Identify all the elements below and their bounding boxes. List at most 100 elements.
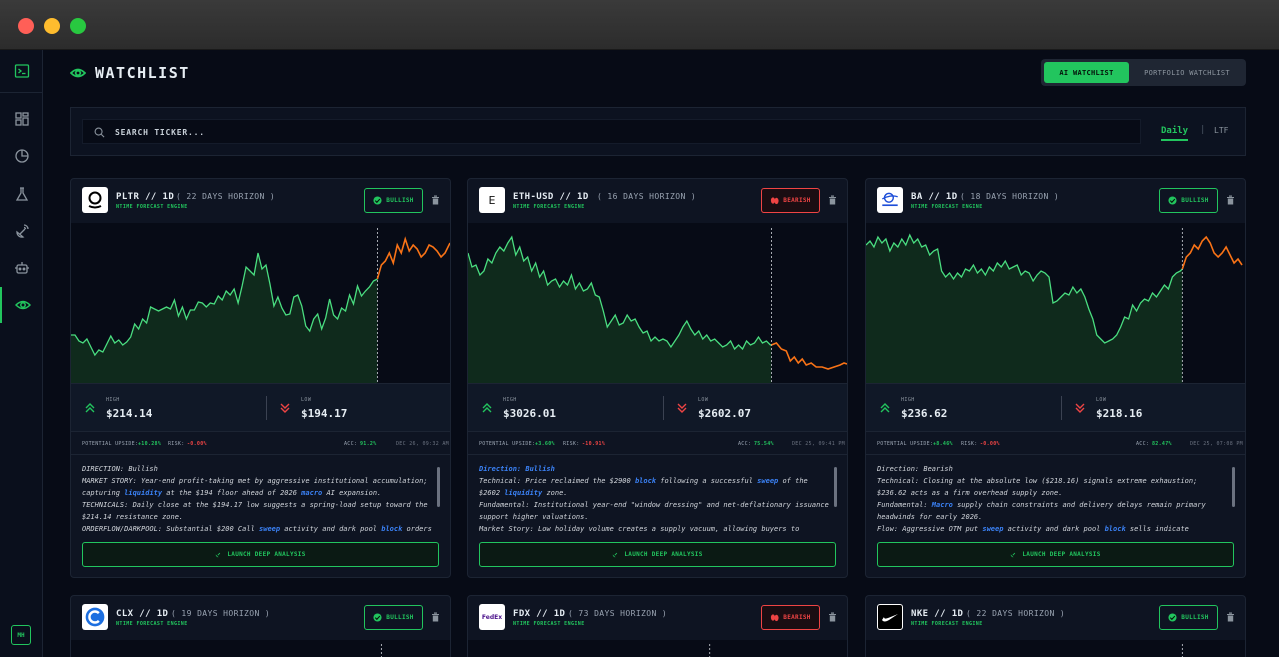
launch-label: LAUNCH DEEP ANALYSIS: [227, 551, 306, 558]
high-value: $236.62: [901, 407, 948, 420]
story-line: TECHNICALS: Daily close at the $194.17 l…: [82, 501, 428, 521]
upside-label: POTENTIAL UPSIDE:: [877, 441, 934, 447]
upside-label: POTENTIAL UPSIDE:: [82, 441, 139, 447]
satellite-icon[interactable]: [0, 213, 43, 249]
launch-label: LAUNCH DEEP ANALYSIS: [624, 551, 703, 558]
story-line: Flow: Aggressive OTM put sweep activity …: [877, 525, 1189, 533]
search-box: [82, 119, 1141, 144]
card-engine: NTIME FORECAST ENGINE: [116, 621, 188, 627]
card-horizon: ( 18 DAYS HORIZON ): [960, 192, 1060, 201]
low-arrow-icon: [677, 403, 687, 413]
eth-logo: E: [479, 187, 505, 213]
high-label: HIGH: [901, 397, 915, 403]
timeframe-ltf[interactable]: LTF: [1214, 126, 1228, 135]
trash-icon[interactable]: [828, 612, 837, 622]
sentiment-label: BULLISH: [1181, 614, 1209, 621]
trash-icon[interactable]: [431, 195, 440, 205]
launch-deep-analysis-button[interactable]: LAUNCH DEEP ANALYSIS: [877, 542, 1234, 567]
card-header: E ETH-USD // 1D ( 16 DAYS HORIZON ) NTIM…: [468, 179, 847, 223]
story-scrollbar[interactable]: [437, 467, 440, 507]
bear-icon: [771, 197, 779, 205]
story-line: MARKET STORY: Year-end profit-taking met…: [82, 477, 428, 497]
watchlist-card: FedEx FDX // 1D ( 73 DAYS HORIZON ) NTIM…: [467, 595, 848, 657]
risk-value: -10.91%: [582, 441, 606, 447]
card-ticker: FDX // 1D: [513, 609, 566, 619]
forecast-chart: [71, 640, 450, 657]
trash-icon[interactable]: [431, 612, 440, 622]
bull-icon: [1168, 196, 1177, 205]
accuracy-value: 82.47%: [1152, 441, 1172, 447]
launch-deep-analysis-button[interactable]: LAUNCH DEEP ANALYSIS: [82, 542, 439, 567]
story-line: Direction: Bullish: [479, 465, 555, 473]
maximize-window-button[interactable]: [70, 18, 86, 34]
satellite-icon: [613, 552, 618, 558]
forecast-chart: [866, 223, 1245, 383]
bull-icon: [1168, 613, 1177, 622]
story-scrollbar[interactable]: [1232, 467, 1235, 507]
launch-label: LAUNCH DEEP ANALYSIS: [1022, 551, 1101, 558]
forecast-chart: [468, 640, 847, 657]
terminal-icon[interactable]: [0, 53, 43, 89]
high-low-panel: HIGH $3026.01 LOW $2602.07: [468, 383, 847, 431]
trash-icon[interactable]: [1226, 195, 1235, 205]
robot-icon[interactable]: [0, 250, 43, 286]
user-avatar[interactable]: MH: [11, 625, 31, 645]
upside-value: +8.46%: [933, 441, 953, 447]
pltr-logo: [82, 187, 108, 213]
search-input[interactable]: [115, 123, 1115, 141]
upside-value: +3.60%: [535, 441, 555, 447]
stats-row: POTENTIAL UPSIDE: +3.60% RISK: -10.91% A…: [468, 431, 847, 455]
accuracy-label: ACC:: [738, 441, 752, 447]
trash-icon[interactable]: [828, 195, 837, 205]
sentiment-label: BULLISH: [386, 614, 414, 621]
nike-logo: [877, 604, 903, 630]
upside-value: +10.28%: [138, 441, 162, 447]
pie-chart-icon[interactable]: [0, 138, 43, 174]
sentiment-label: BEARISH: [783, 197, 811, 204]
card-header: BA // 1D ( 18 DAYS HORIZON ) NTIME FOREC…: [866, 179, 1245, 223]
watchlist-card: NKE // 1D ( 22 DAYS HORIZON ) NTIME FORE…: [865, 595, 1246, 657]
card-engine: NTIME FORECAST ENGINE: [513, 621, 585, 627]
satellite-icon: [216, 552, 221, 558]
low-label: LOW: [698, 397, 709, 403]
clx-logo: [82, 604, 108, 630]
page-title: WATCHLIST: [95, 64, 190, 82]
story-line: Fundamental: Macro supply chain constrai…: [877, 501, 1206, 521]
tab-portfolio-watchlist[interactable]: PORTFOLIO WATCHLIST: [1137, 62, 1237, 83]
timeframe-daily[interactable]: Daily: [1161, 126, 1189, 141]
launch-deep-analysis-button[interactable]: LAUNCH DEEP ANALYSIS: [479, 542, 836, 567]
trash-icon[interactable]: [1226, 612, 1235, 622]
card-ticker: BA // 1D: [911, 192, 958, 202]
card-horizon: ( 22 DAYS HORIZON ): [176, 192, 276, 201]
card-header: NKE // 1D ( 22 DAYS HORIZON ) NTIME FORE…: [866, 596, 1245, 640]
satellite-icon: [1011, 552, 1016, 558]
card-ticker: NKE // 1D: [911, 609, 964, 619]
high-label: HIGH: [106, 397, 120, 403]
card-engine: NTIME FORECAST ENGINE: [116, 204, 188, 210]
story-line: Fundamental: Institutional year-end "win…: [479, 501, 829, 521]
eye-icon[interactable]: [0, 287, 43, 323]
watchlist-card: BA // 1D ( 18 DAYS HORIZON ) NTIME FOREC…: [865, 178, 1246, 578]
bull-icon: [373, 613, 382, 622]
dashboard-icon[interactable]: [0, 101, 43, 137]
card-header: FedEx FDX // 1D ( 73 DAYS HORIZON ) NTIM…: [468, 596, 847, 640]
low-value: $194.17: [301, 407, 348, 420]
minimize-window-button[interactable]: [44, 18, 60, 34]
bear-icon: [771, 614, 779, 622]
accuracy-value: 75.54%: [754, 441, 774, 447]
risk-value: -0.00%: [187, 441, 207, 447]
close-window-button[interactable]: [18, 18, 34, 34]
flask-icon[interactable]: [0, 176, 43, 212]
story-scrollbar[interactable]: [834, 467, 837, 507]
forecast-date: DEC 26, 09:32 AM: [396, 441, 449, 447]
high-value: $3026.01: [503, 407, 556, 420]
sentiment-badge: BULLISH: [1159, 188, 1218, 213]
window-titlebar: [0, 0, 1279, 50]
bull-icon: [373, 196, 382, 205]
forecast-chart: [866, 640, 1245, 657]
risk-value: -0.00%: [980, 441, 1000, 447]
sentiment-badge: BEARISH: [761, 188, 820, 213]
tab-ai-watchlist[interactable]: AI WATCHLIST: [1044, 62, 1129, 83]
story-text: Direction: Bearish Technical: Closing at…: [877, 463, 1229, 533]
card-horizon: ( 73 DAYS HORIZON ): [568, 609, 668, 618]
